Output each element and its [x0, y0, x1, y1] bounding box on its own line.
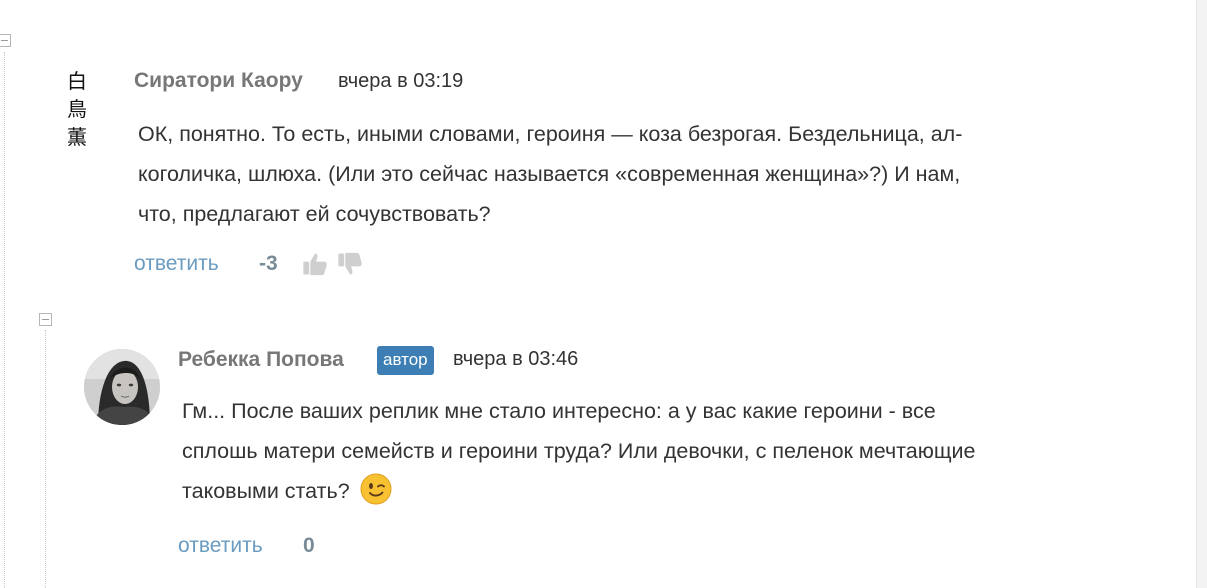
scrollbar[interactable] [1196, 0, 1207, 588]
thread-line [4, 52, 5, 588]
comment-text-line: Гм... После ваших реплик мне стало интер… [182, 399, 936, 423]
thumbs-up-icon[interactable] [301, 250, 329, 278]
collapse-reply-button[interactable] [39, 313, 52, 326]
author-badge: автор [377, 346, 434, 375]
avatar[interactable] [84, 349, 160, 425]
thumbs-down-icon[interactable] [336, 250, 364, 278]
avatar-glyph: 白 [67, 69, 87, 93]
comment-time[interactable]: вчера в 03:46 [453, 348, 578, 371]
comment-text-line: сплошь матери семейств и героини труда? … [182, 439, 976, 463]
comment-time[interactable]: вчера в 03:19 [338, 70, 463, 93]
comment-text-line: таковыми стать? [182, 479, 350, 503]
avatar-glyph: 鳥 [67, 97, 87, 121]
comment-text-line: коголичка, шлюха. (Или это сейчас называ… [138, 162, 961, 186]
reply-button[interactable]: ответить [134, 252, 219, 276]
comments-page: 白 鳥 薫 Сиратори Каору вчера в 03:19 ОК, п… [0, 0, 1207, 588]
avatar[interactable]: 白 鳥 薫 [62, 68, 92, 150]
avatar-photo-image [84, 349, 160, 425]
comment-text-line-with-emoji: таковыми стать? [182, 471, 976, 511]
comment-text-line: ОК, понятно. То есть, иными словами, гер… [138, 122, 963, 146]
vote-score: 0 [303, 534, 315, 557]
vote-score: -3 [259, 252, 278, 275]
avatar-glyph: 薫 [67, 125, 87, 149]
comment-text: ОК, понятно. То есть, иными словами, гер… [138, 114, 962, 234]
reply-button[interactable]: ответить [178, 534, 263, 558]
comment-author[interactable]: Сиратори Каору [134, 69, 303, 93]
comment-author[interactable]: Ребекка Попова [178, 348, 344, 372]
winking-face-emoji [360, 473, 392, 505]
comment-text: Гм... После ваших реплик мне стало интер… [182, 391, 976, 511]
comment-text-line: что, предлагают ей сочувствовать? [138, 202, 491, 226]
reply-thread-line [45, 330, 46, 588]
collapse-thread-button[interactable] [0, 34, 11, 47]
